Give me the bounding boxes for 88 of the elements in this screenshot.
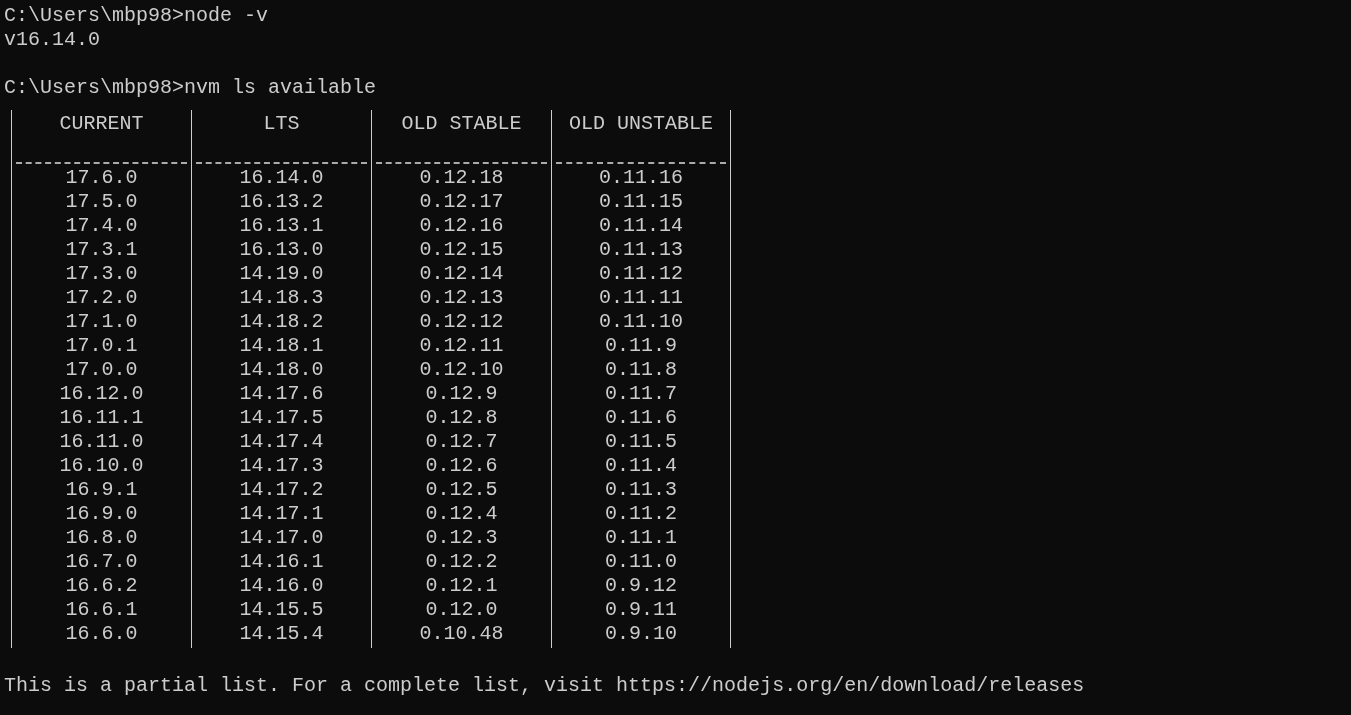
version-cell: 14.17.2 — [239, 478, 324, 501]
version-cell: 17.3.0 — [65, 262, 138, 285]
version-cell: 0.11.2 — [605, 502, 677, 525]
version-cell: 0.11.16 — [599, 166, 683, 189]
version-cell: 0.9.12 — [605, 574, 677, 597]
version-cell: 14.16.0 — [239, 574, 324, 597]
version-cell: 14.15.5 — [239, 598, 324, 621]
command-line: C:\Users\mbp98>nvm ls available — [4, 76, 377, 99]
version-cell: 0.10.48 — [419, 622, 504, 645]
version-cell: 0.12.8 — [425, 406, 498, 429]
version-cell: 14.16.1 — [239, 550, 324, 573]
version-cell: 14.17.3 — [239, 454, 324, 477]
version-cell: 17.0.0 — [65, 358, 138, 381]
version-cell: 0.12.1 — [425, 574, 498, 597]
version-cell: 0.12.9 — [425, 382, 498, 405]
version-cell: 14.18.0 — [239, 358, 324, 381]
version-cell: 16.9.1 — [65, 478, 138, 501]
version-cell: 17.4.0 — [65, 214, 138, 237]
version-cell: 0.12.0 — [425, 598, 498, 621]
version-cell: 16.6.0 — [65, 622, 138, 645]
version-cell: 16.6.1 — [65, 598, 138, 621]
version-cell: 0.11.0 — [605, 550, 677, 573]
version-cell: 0.11.12 — [599, 262, 683, 285]
column-header: CURRENT — [59, 112, 144, 136]
version-cell: 17.5.0 — [65, 190, 138, 213]
version-cell: 0.12.7 — [425, 430, 498, 453]
version-cell: 17.2.0 — [65, 286, 138, 309]
version-cell: 0.12.14 — [419, 262, 504, 285]
version-cell: 16.10.0 — [59, 454, 144, 477]
version-cell: 16.11.1 — [59, 406, 144, 429]
version-cell: 16.13.0 — [239, 238, 324, 261]
version-cell: 0.11.9 — [605, 334, 677, 357]
version-cell: 0.11.15 — [599, 190, 683, 213]
version-cell: 0.12.10 — [419, 358, 504, 381]
version-cell: 0.12.5 — [425, 478, 498, 501]
version-cell: 0.11.1 — [605, 526, 677, 549]
version-cell: 14.18.2 — [239, 310, 324, 333]
version-cell: 0.11.3 — [605, 478, 677, 501]
version-cell: 14.17.6 — [239, 382, 324, 405]
version-cell: 0.12.13 — [419, 286, 504, 309]
output-line: v16.14.0 — [4, 28, 100, 51]
version-cell: 0.9.10 — [605, 622, 677, 645]
column-header: LTS — [263, 112, 300, 136]
version-cell: 16.8.0 — [65, 526, 138, 549]
version-cell: 0.12.15 — [419, 238, 504, 261]
version-cell: 17.6.0 — [65, 166, 138, 189]
version-cell: 16.11.0 — [59, 430, 144, 453]
version-cell: 0.12.12 — [419, 310, 504, 333]
command-line: C:\Users\mbp98>node -v — [4, 4, 269, 27]
version-cell: 16.9.0 — [65, 502, 138, 525]
version-cell: 14.15.4 — [239, 622, 324, 645]
version-cell: 16.6.2 — [65, 574, 138, 597]
version-cell: 0.11.8 — [605, 358, 677, 381]
version-cell: 0.12.16 — [419, 214, 504, 237]
version-cell: 0.11.7 — [605, 382, 677, 405]
version-cell: 14.17.5 — [239, 406, 324, 429]
version-cell: 16.7.0 — [65, 550, 138, 573]
version-cell: 16.14.0 — [239, 166, 324, 189]
version-cell: 14.17.1 — [239, 502, 324, 525]
version-cell: 14.17.4 — [239, 430, 324, 453]
footer-text: This is a partial list. For a complete list, visit https://nodejs.org/en/download/releases — [4, 674, 1086, 698]
version-cell: 16.12.0 — [59, 382, 144, 405]
version-cell: 16.13.2 — [239, 190, 324, 213]
version-cell: 14.19.0 — [239, 262, 324, 285]
version-cell: 0.11.13 — [599, 238, 683, 261]
version-cell: 17.0.1 — [65, 334, 138, 357]
version-cell: 0.11.10 — [599, 310, 683, 333]
column-header: OLD STABLE — [401, 112, 522, 136]
version-cell: 17.3.1 — [65, 238, 138, 261]
version-cell: 14.17.0 — [239, 526, 324, 549]
version-cell: 0.11.14 — [599, 214, 683, 237]
version-cell: 16.13.1 — [239, 214, 324, 237]
version-cell: 17.1.0 — [65, 310, 138, 333]
version-cell: 14.18.3 — [239, 286, 324, 309]
version-cell: 0.12.6 — [425, 454, 498, 477]
version-cell: 0.12.18 — [419, 166, 504, 189]
version-cell: 0.11.4 — [605, 454, 677, 477]
version-cell: 0.12.17 — [419, 190, 504, 213]
version-cell: 0.11.6 — [605, 406, 677, 429]
version-cell: 0.11.11 — [599, 286, 683, 309]
version-cell: 0.12.4 — [425, 502, 498, 525]
version-cell: 0.11.5 — [605, 430, 677, 453]
column-header: OLD UNSTABLE — [569, 112, 713, 136]
version-cell: 0.9.11 — [605, 598, 677, 621]
version-cell: 0.12.3 — [425, 526, 498, 549]
version-cell: 0.12.2 — [425, 550, 498, 573]
version-cell: 0.12.11 — [419, 334, 504, 357]
version-cell: 14.18.1 — [239, 334, 324, 357]
